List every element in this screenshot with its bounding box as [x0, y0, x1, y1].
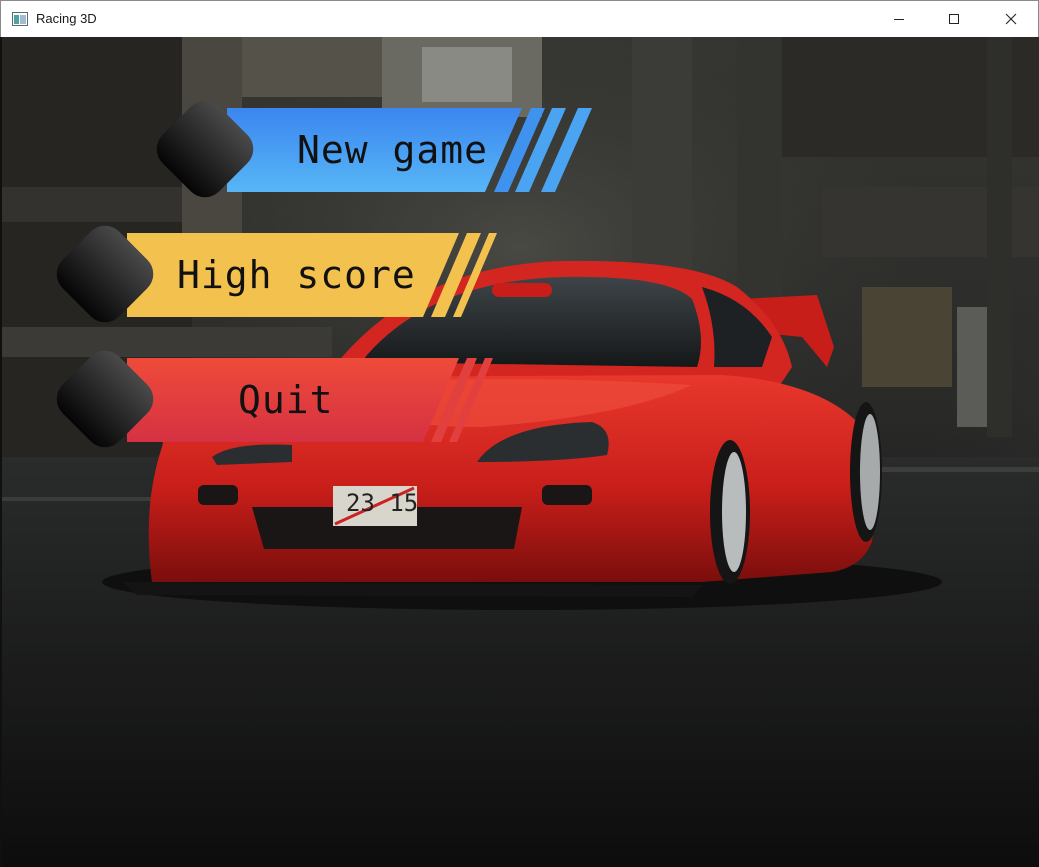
game-viewport: 23 15 New game High score Quit: [2, 37, 1039, 867]
minimize-button[interactable]: [876, 1, 922, 37]
close-icon: [1005, 13, 1017, 25]
maximize-icon: [949, 14, 959, 24]
window-title: Racing 3D: [36, 11, 97, 26]
quit-button[interactable]: Quit: [47, 344, 497, 461]
high-score-label: High score: [177, 253, 416, 297]
high-score-button[interactable]: High score: [47, 219, 497, 336]
new-game-label: New game: [297, 128, 489, 172]
new-game-button[interactable]: New game: [147, 94, 597, 211]
quit-label: Quit: [238, 378, 334, 422]
maximize-button[interactable]: [931, 1, 977, 37]
minimize-icon: [894, 19, 904, 20]
app-window-icon: [12, 12, 28, 26]
window-titlebar: Racing 3D: [0, 0, 1039, 37]
close-button[interactable]: [988, 1, 1034, 37]
license-plate-text: 23 15: [346, 489, 419, 517]
